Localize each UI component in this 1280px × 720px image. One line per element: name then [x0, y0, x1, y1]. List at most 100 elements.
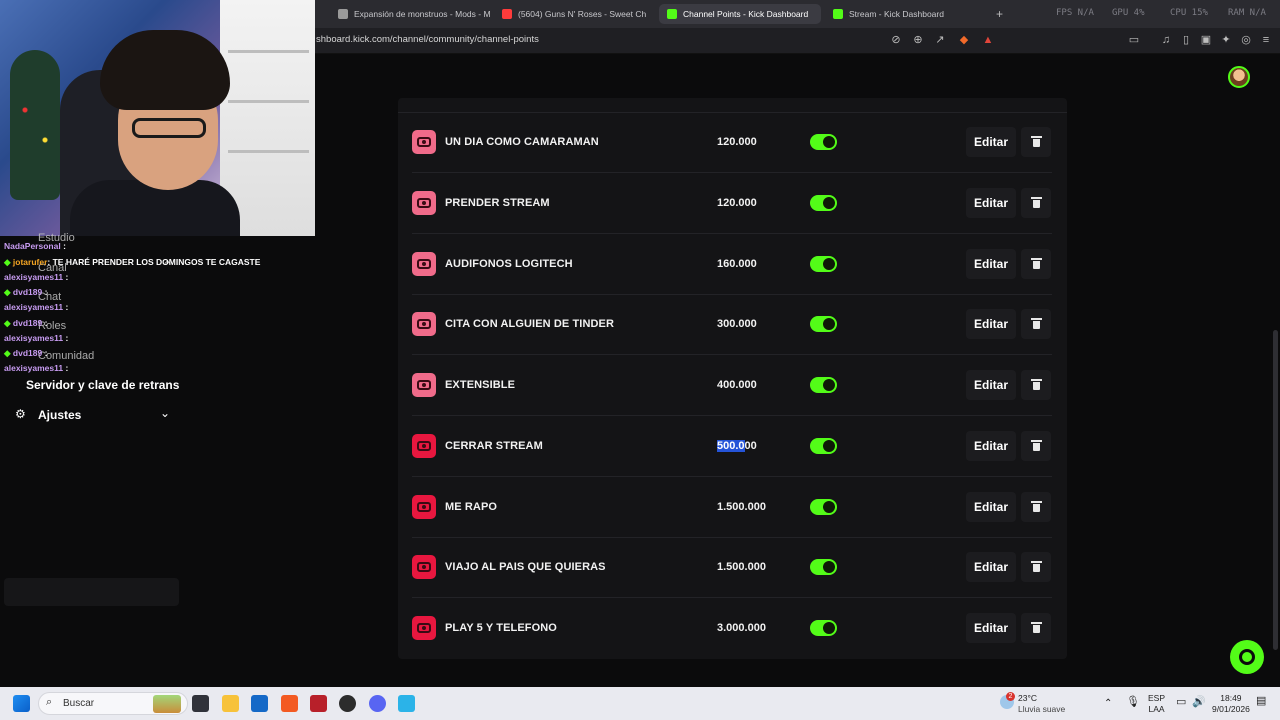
discord-icon[interactable] — [369, 695, 386, 712]
file-explorer-icon[interactable] — [222, 695, 239, 712]
chat-message: ◆ dvd189 : — [4, 287, 47, 298]
reward-cost[interactable]: 300.000 — [717, 318, 757, 330]
tab-stream[interactable]: Stream - Kick Dashboard — [825, 4, 985, 24]
obs-icon[interactable] — [339, 695, 356, 712]
chat-username[interactable]: NadaPersonal — [4, 241, 61, 251]
reward-enabled-toggle[interactable] — [810, 194, 837, 211]
edit-reward-button[interactable]: Editar — [966, 552, 1016, 583]
notifications-icon[interactable]: ▤ — [1256, 696, 1266, 707]
notepad-icon[interactable] — [398, 695, 415, 712]
taskbar-search[interactable]: ⌕ Buscar — [38, 692, 188, 715]
windows-start-icon[interactable] — [13, 695, 30, 712]
help-chat-button[interactable] — [1230, 640, 1264, 674]
reward-enabled-toggle[interactable] — [810, 134, 837, 150]
delete-reward-button[interactable] — [1021, 127, 1051, 157]
volume-icon[interactable]: 🔊 — [1192, 697, 1206, 708]
delete-reward-button[interactable] — [1021, 370, 1051, 400]
reward-enabled-toggle[interactable] — [810, 316, 837, 333]
reward-row: PLAY 5 Y TELEFONO 3.000.000 Editar — [412, 599, 1052, 659]
extensions-icon[interactable]: ✦ — [1218, 32, 1234, 48]
tray-overflow-icon[interactable]: ⌃ — [1104, 698, 1112, 709]
chat-username[interactable]: dvd189 — [13, 318, 42, 328]
reward-cost[interactable]: 500.000 — [717, 439, 757, 452]
task-view-icon[interactable] — [192, 695, 209, 712]
wallet-icon[interactable]: ▣ — [1198, 32, 1214, 48]
tab-title: Channel Points - Kick Dashboard — [683, 9, 809, 19]
reward-enabled-toggle[interactable] — [810, 437, 837, 454]
reward-enabled-toggle[interactable] — [810, 620, 837, 636]
share-icon[interactable]: ↗ — [932, 32, 948, 48]
chat-username[interactable]: alexisyames11 — [4, 272, 63, 282]
sidebar-toggle-icon[interactable]: ▭ — [1126, 32, 1142, 48]
brave-rewards-icon[interactable]: ▲ — [980, 32, 996, 48]
tab-mods[interactable]: Expansión de monstruos - Mods - M — [330, 4, 490, 24]
page-scrollbar[interactable] — [1273, 330, 1278, 650]
tab-channel-points[interactable]: Channel Points - Kick Dashboard ✕ — [659, 4, 821, 24]
chat-username[interactable]: dvd189 — [13, 287, 42, 297]
user-avatar[interactable] — [1228, 66, 1250, 88]
edit-reward-button[interactable]: Editar — [966, 187, 1016, 218]
edit-reward-button[interactable]: Editar — [966, 370, 1016, 400]
reward-camera-icon — [412, 555, 436, 580]
selected-text: 500.0 — [717, 439, 745, 452]
reward-camera-icon — [412, 616, 436, 640]
chat-username[interactable]: jotarufer — [13, 257, 47, 267]
delete-reward-button[interactable] — [1021, 613, 1051, 643]
edit-reward-button[interactable]: Editar — [966, 248, 1016, 279]
reward-cost[interactable]: 120.000 — [717, 136, 757, 148]
media-icon[interactable]: ♫ — [1158, 32, 1174, 48]
reward-cost[interactable]: 120.000 — [717, 197, 757, 209]
delete-reward-button[interactable] — [1021, 309, 1051, 340]
reward-enabled-toggle[interactable] — [810, 498, 837, 515]
edit-reward-button[interactable]: Editar — [966, 430, 1016, 461]
mute-icon[interactable]: ⊘ — [888, 32, 904, 48]
reward-enabled-toggle[interactable] — [810, 255, 837, 272]
reward-cost[interactable]: 160.000 — [717, 258, 757, 270]
reward-cost[interactable]: 1.500.000 — [717, 501, 766, 513]
language-indicator[interactable]: ESP LAA — [1148, 693, 1165, 715]
edit-reward-button[interactable]: Editar — [966, 127, 1016, 157]
brave-shield-icon[interactable]: ◆ — [956, 32, 972, 48]
delete-reward-button[interactable] — [1021, 491, 1051, 522]
vpn-icon[interactable]: ◎ — [1238, 32, 1254, 48]
new-tab-button[interactable]: + — [988, 4, 1011, 24]
chat-username[interactable]: dvd189 — [13, 348, 42, 358]
clock[interactable]: 18:49 9/01/2026 — [1212, 693, 1250, 715]
reward-enabled-toggle[interactable] — [810, 377, 837, 393]
weather-widget[interactable]: 23°C Lluvia suave — [1018, 693, 1065, 715]
gear-icon: ⚙ — [15, 407, 26, 421]
edit-reward-button[interactable]: Editar — [966, 491, 1016, 522]
reward-cost[interactable]: 400.000 — [717, 379, 757, 391]
tab-youtube[interactable]: (5604) Guns N' Roses - Sweet Ch — [494, 4, 654, 24]
sidebar-item-stream-key[interactable]: Servidor y clave de retrans — [26, 378, 179, 392]
reward-enabled-toggle[interactable] — [810, 559, 837, 576]
delete-reward-button[interactable] — [1021, 552, 1051, 583]
delete-reward-button[interactable] — [1021, 430, 1051, 461]
delete-reward-button[interactable] — [1021, 187, 1051, 218]
store-icon[interactable] — [251, 695, 268, 712]
edit-reward-button[interactable]: Editar — [966, 309, 1016, 340]
zoom-icon[interactable]: ⊕ — [910, 32, 926, 48]
sidebar-item-settings[interactable]: Ajustes — [38, 408, 81, 422]
reward-name: PLAY 5 Y TELEFONO — [445, 622, 557, 634]
network-icon[interactable]: ▭ — [1176, 697, 1186, 708]
camera-glyph — [417, 623, 431, 633]
microphone-icon[interactable]: 🎙 — [1126, 697, 1140, 708]
url-field[interactable]: shboard.kick.com/channel/community/chann… — [316, 34, 539, 45]
chat-username[interactable]: alexisyames11 — [4, 333, 63, 343]
app-icon[interactable] — [310, 695, 327, 712]
chat-username[interactable]: alexisyames11 — [4, 302, 63, 312]
reader-icon[interactable]: ▯ — [1178, 32, 1194, 48]
chevron-down-icon[interactable]: ⌄ — [160, 406, 170, 420]
delete-reward-button[interactable] — [1021, 248, 1051, 279]
reward-cost[interactable]: 1.500.000 — [717, 561, 766, 573]
menu-icon[interactable]: ≡ — [1258, 32, 1274, 48]
reward-cost[interactable]: 3.000.000 — [717, 622, 766, 634]
chat-text: : — [44, 348, 48, 358]
chat-text: : — [65, 363, 69, 373]
brave-browser-icon[interactable] — [281, 695, 298, 712]
camera-glyph — [417, 258, 431, 269]
chat-username[interactable]: alexisyames11 — [4, 363, 63, 373]
trash-icon — [1030, 561, 1042, 573]
edit-reward-button[interactable]: Editar — [966, 613, 1016, 643]
